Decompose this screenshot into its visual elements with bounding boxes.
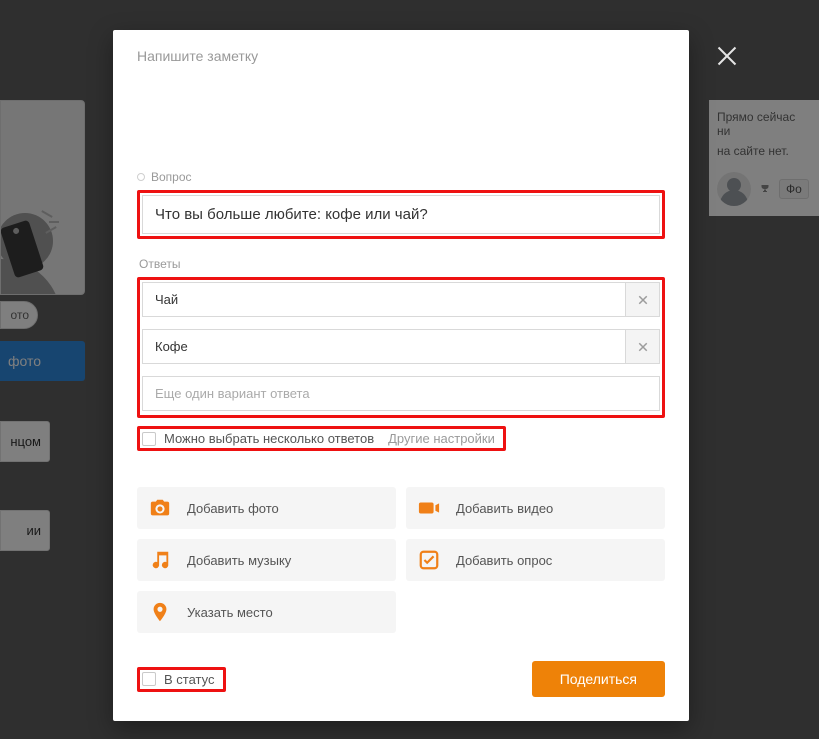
close-icon [637, 294, 649, 306]
add-photo-label: Добавить фото [187, 501, 279, 516]
attachments-grid: Добавить фото Добавить видео Добавить му… [137, 487, 665, 633]
close-icon [637, 341, 649, 353]
poll-icon [418, 549, 440, 571]
music-icon [149, 549, 171, 571]
bullet-icon [137, 173, 145, 181]
answer-input-2[interactable] [142, 329, 626, 364]
question-label: Вопрос [137, 170, 665, 184]
video-icon [418, 497, 440, 519]
multi-select-checkbox[interactable]: Можно выбрать несколько ответов [142, 431, 374, 446]
delete-answer-button[interactable] [626, 282, 660, 317]
close-icon[interactable] [713, 42, 741, 70]
multi-select-label: Можно выбрать несколько ответов [164, 431, 374, 446]
answer-input-1[interactable] [142, 282, 626, 317]
to-status-checkbox[interactable]: В статус [142, 672, 215, 687]
camera-icon [149, 497, 171, 519]
answers-label: Ответы [139, 257, 665, 271]
add-place-button[interactable]: Указать место [137, 591, 396, 633]
delete-answer-button[interactable] [626, 329, 660, 364]
question-label-text: Вопрос [151, 170, 192, 184]
add-music-label: Добавить музыку [187, 553, 291, 568]
add-photo-button[interactable]: Добавить фото [137, 487, 396, 529]
answer-row [142, 329, 660, 364]
share-button[interactable]: Поделиться [532, 661, 665, 697]
checkbox-icon [142, 672, 156, 686]
other-settings-link[interactable]: Другие настройки [388, 431, 495, 446]
answers-highlight [137, 277, 665, 418]
poll-question-input[interactable] [142, 195, 660, 234]
modal-title: Напишите заметку [137, 48, 665, 64]
add-poll-label: Добавить опрос [456, 553, 552, 568]
status-checkbox-highlight: В статус [137, 667, 226, 692]
answer-row-new [142, 376, 660, 411]
checkbox-icon [142, 432, 156, 446]
answer-input-new[interactable] [142, 376, 660, 411]
add-music-button[interactable]: Добавить музыку [137, 539, 396, 581]
add-place-label: Указать место [187, 605, 273, 620]
question-highlight [137, 190, 665, 239]
poll-settings-highlight: Можно выбрать несколько ответов Другие н… [137, 426, 506, 451]
add-poll-button[interactable]: Добавить опрос [406, 539, 665, 581]
add-video-button[interactable]: Добавить видео [406, 487, 665, 529]
location-icon [149, 601, 171, 623]
add-video-label: Добавить видео [456, 501, 553, 516]
to-status-label: В статус [164, 672, 215, 687]
create-note-modal: Напишите заметку Вопрос Ответы [113, 30, 689, 721]
answer-row [142, 282, 660, 317]
